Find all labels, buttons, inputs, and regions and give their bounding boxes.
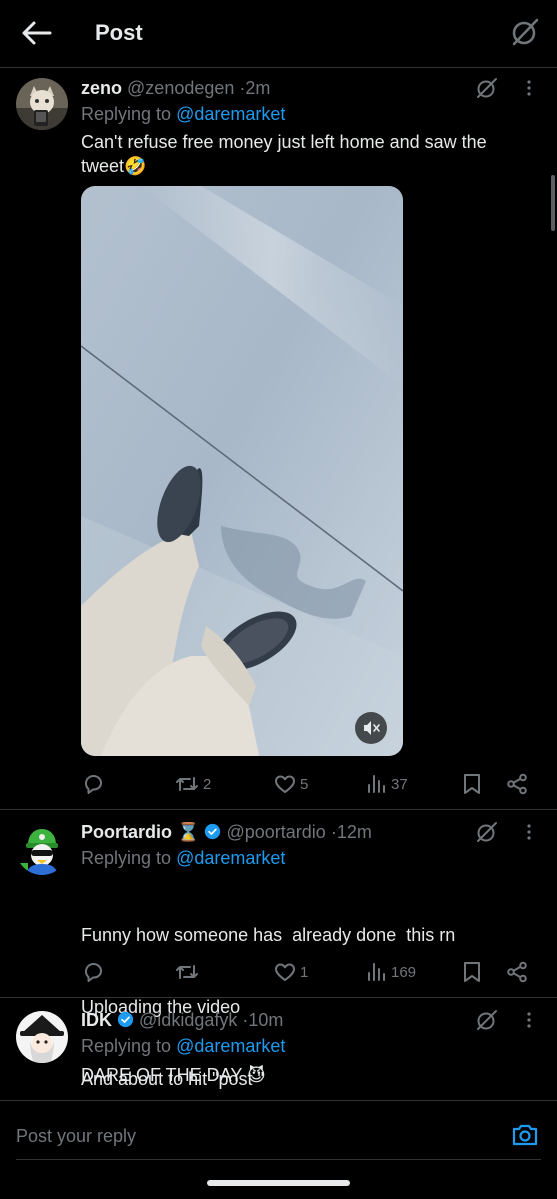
- reply-post-idk[interactable]: IDK @idkidgafyk ·10m Replying to @darema…: [0, 999, 557, 1100]
- replying-to-label: Replying to: [81, 1036, 177, 1056]
- share-icon: [507, 961, 527, 983]
- mention-link[interactable]: @daremarket: [176, 104, 285, 124]
- post-time: 12m: [336, 822, 372, 842]
- avatar[interactable]: [16, 1011, 68, 1063]
- views-button[interactable]: 169: [366, 958, 416, 986]
- verified-badge-icon: [117, 1011, 134, 1028]
- like-icon: [275, 963, 295, 981]
- post-actions: 1 169: [81, 958, 541, 986]
- hourglass-emoji: ⌛: [177, 822, 200, 842]
- post-time: 2m: [245, 78, 271, 98]
- share-button[interactable]: [505, 958, 529, 986]
- views-button[interactable]: 37: [366, 770, 408, 798]
- bookmark-icon: [464, 774, 480, 794]
- mute-icon[interactable]: [355, 712, 387, 744]
- post-time: 10m: [248, 1010, 284, 1030]
- user-handle[interactable]: @poortardio: [226, 822, 325, 842]
- reply-post-poortardio[interactable]: Poortardio ⌛ @poortardio ·12m Replying t…: [0, 811, 557, 1089]
- like-button[interactable]: 5: [273, 770, 308, 798]
- repost-button[interactable]: 2: [174, 770, 211, 798]
- post-text-line: DARE OF THE DAY 😈: [81, 1065, 266, 1085]
- display-name[interactable]: Poortardio: [81, 822, 172, 842]
- user-handle[interactable]: @idkidgafyk: [139, 1010, 237, 1030]
- like-button[interactable]: 1: [273, 958, 308, 986]
- reply-button[interactable]: [81, 958, 105, 986]
- replying-to-label: Replying to: [81, 848, 177, 868]
- more-vertical-icon[interactable]: [521, 1008, 537, 1032]
- like-count: 5: [300, 775, 309, 793]
- post-text: DARE OF THE DAY 😈: [81, 1063, 521, 1087]
- post-text-line: Funny how someone has already done this …: [81, 925, 456, 945]
- post-text-line: tweet🤣: [81, 156, 147, 176]
- camera-icon[interactable]: [511, 1121, 539, 1149]
- display-name[interactable]: IDK: [81, 1010, 112, 1030]
- video-frame: [81, 186, 403, 756]
- grok-icon[interactable]: [475, 1008, 499, 1032]
- post-header: IDK @idkidgafyk ·10m: [81, 1010, 283, 1031]
- more-vertical-icon[interactable]: [521, 76, 537, 100]
- verified-badge-icon: [205, 823, 221, 840]
- avatar[interactable]: [16, 78, 68, 130]
- replying-to: Replying to @daremarket: [81, 848, 285, 869]
- reply-button[interactable]: [81, 770, 105, 798]
- bookmark-button[interactable]: [461, 958, 483, 986]
- grok-icon[interactable]: [475, 820, 499, 844]
- avatar[interactable]: [16, 823, 68, 875]
- reply-input[interactable]: Post your reply: [16, 1126, 136, 1147]
- display-name[interactable]: zeno: [81, 78, 122, 98]
- replying-to: Replying to @daremarket: [81, 1036, 285, 1057]
- post-header: Poortardio ⌛ @poortardio ·12m: [81, 822, 372, 843]
- top-bar: Post: [0, 0, 557, 68]
- view-count: 37: [391, 775, 408, 793]
- more-vertical-icon[interactable]: [521, 820, 537, 844]
- divider: [16, 1159, 541, 1160]
- user-handle[interactable]: @zenodegen: [127, 78, 234, 98]
- post-text-line: Can't refuse free money just left home a…: [81, 132, 487, 152]
- view-count: 169: [391, 963, 417, 981]
- share-button[interactable]: [505, 770, 529, 798]
- mention-link[interactable]: @daremarket: [176, 1036, 285, 1056]
- replying-to-label: Replying to: [81, 104, 177, 124]
- back-arrow-icon[interactable]: [20, 18, 54, 48]
- post-actions: 2 5 37: [81, 770, 541, 798]
- repost-icon: [176, 965, 198, 979]
- page-title: Post: [95, 20, 143, 45]
- views-icon: [368, 963, 385, 981]
- bookmark-button[interactable]: [461, 770, 483, 798]
- grok-icon[interactable]: [475, 76, 499, 100]
- mention-link[interactable]: @daremarket: [176, 848, 285, 868]
- like-icon: [275, 775, 295, 793]
- post-text: Can't refuse free money just left home a…: [81, 130, 521, 178]
- replying-to: Replying to @daremarket: [81, 104, 285, 125]
- share-icon: [507, 773, 527, 795]
- post-video[interactable]: [81, 186, 403, 756]
- reply-icon: [85, 963, 102, 982]
- views-icon: [368, 775, 385, 793]
- repost-count: 2: [203, 775, 212, 793]
- reply-post-zeno[interactable]: zeno @zenodegen ·2m Replying to @daremar…: [0, 69, 557, 810]
- reply-icon: [85, 775, 102, 794]
- bookmark-icon: [464, 962, 480, 982]
- home-indicator[interactable]: [207, 1180, 350, 1186]
- post-header: zeno @zenodegen ·2m: [81, 78, 270, 99]
- repost-button[interactable]: [174, 958, 203, 986]
- repost-icon: [176, 777, 198, 791]
- like-count: 1: [300, 963, 309, 981]
- reply-composer: Post your reply: [0, 1100, 557, 1162]
- grok-icon[interactable]: [509, 16, 541, 48]
